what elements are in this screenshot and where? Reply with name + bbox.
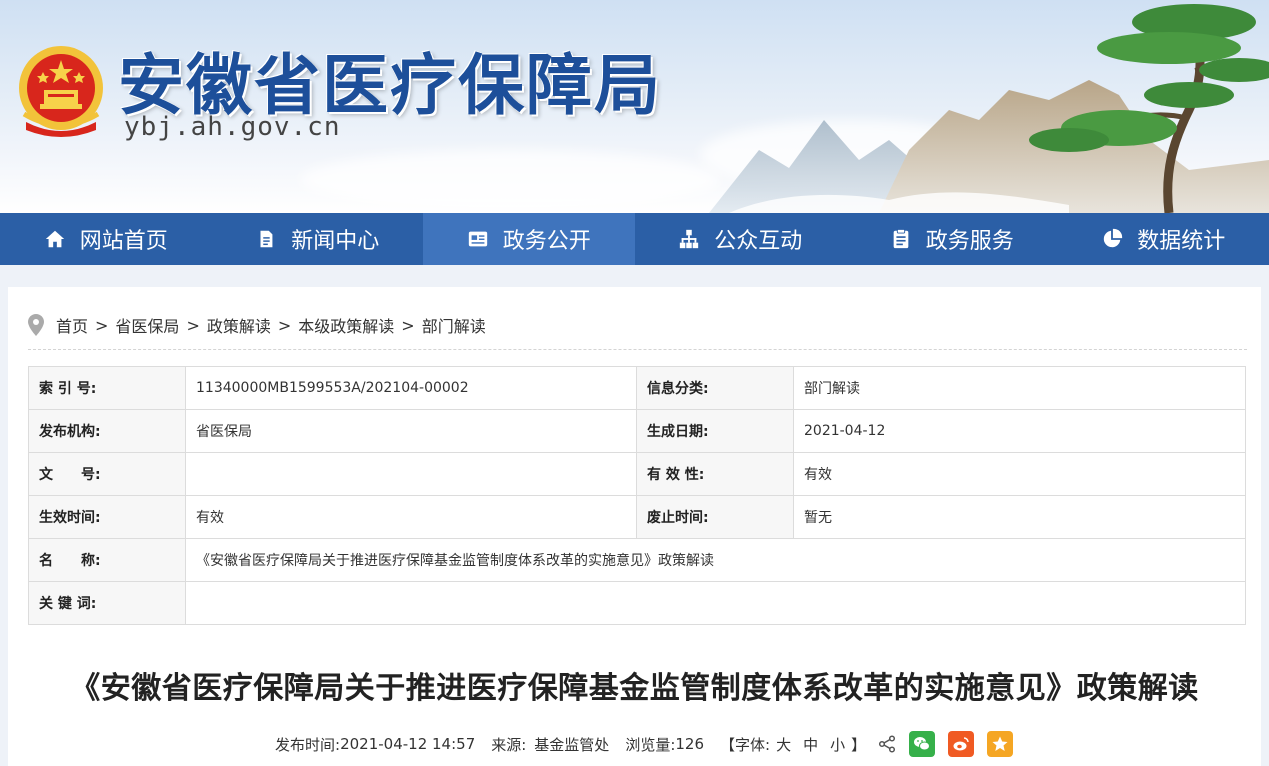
expire-time-label: 废止时间:	[636, 495, 794, 539]
breadcrumb-local-policy[interactable]: 本级政策解读	[298, 313, 394, 337]
publish-time: 2021-04-12 14:57	[340, 735, 476, 753]
divider	[28, 349, 1247, 350]
keywords-label: 关 键 词:	[28, 581, 186, 625]
nav-item-statistics[interactable]: 数据统计	[1058, 213, 1269, 265]
category-value: 部门解读	[793, 366, 1246, 410]
publish-time-label: 发布时间:	[275, 735, 341, 754]
nav-item-label: 网站首页	[79, 229, 168, 254]
nav-item-interaction[interactable]: 公众互动	[635, 213, 847, 265]
breadcrumb-policy-interpretation[interactable]: 政策解读	[207, 313, 271, 337]
doc-number-label: 文 号:	[28, 452, 186, 496]
validity-value: 有效	[793, 452, 1246, 496]
name-label: 名 称:	[28, 538, 186, 582]
font-large-button[interactable]: 大	[776, 734, 791, 755]
share-icon[interactable]	[878, 735, 896, 753]
location-pin-icon	[28, 314, 44, 336]
breadcrumb-separator: >	[95, 315, 109, 335]
metadata-table: 索 引 号: 11340000MB1599553A/202104-00002 信…	[28, 366, 1246, 625]
breadcrumb-separator: >	[186, 315, 200, 335]
category-label: 信息分类:	[636, 366, 794, 410]
expire-time-value: 暂无	[793, 495, 1246, 539]
site-url: ybj.ah.gov.cn	[124, 112, 341, 142]
created-date-label: 生成日期:	[636, 409, 794, 453]
index-label: 索 引 号:	[28, 366, 186, 410]
name-value: 《安徽省医疗保障局关于推进医疗保障基金监管制度体系改革的实施意见》政策解读	[185, 538, 1246, 582]
mountain-pine-scenery	[709, 4, 1269, 213]
nav-item-label: 新闻中心	[291, 229, 380, 254]
validity-label: 有 效 性:	[636, 452, 794, 496]
pie-chart-icon	[1104, 228, 1123, 248]
nav-item-label: 数据统计	[1137, 229, 1226, 254]
news-list-icon	[468, 231, 487, 247]
table-row: 生效时间: 有效 废止时间: 暂无	[28, 495, 1246, 539]
source-label: 来源:	[491, 735, 527, 754]
nav-item-gov-affairs[interactable]: 政务公开	[423, 213, 635, 265]
nav-item-news[interactable]: 新闻中心	[212, 213, 424, 265]
nav-item-label: 公众互动	[714, 229, 803, 254]
nav-item-home[interactable]: 网站首页	[0, 213, 212, 265]
nav-item-services[interactable]: 政务服务	[846, 213, 1058, 265]
effective-time-value: 有效	[185, 495, 637, 539]
table-row: 关 键 词:	[28, 581, 1246, 625]
index-value: 11340000MB1599553A/202104-00002	[185, 366, 637, 410]
table-row: 发布机构: 省医保局 生成日期: 2021-04-12	[28, 409, 1246, 453]
content-card: 首页 > 省医保局 > 政策解读 > 本级政策解读 > 部门解读 索 引 号: …	[8, 287, 1261, 766]
breadcrumb-home[interactable]: 首页	[56, 313, 88, 337]
nav-item-label: 政务服务	[925, 229, 1014, 254]
created-date-value: 2021-04-12	[793, 409, 1246, 453]
table-row: 索 引 号: 11340000MB1599553A/202104-00002 信…	[28, 366, 1246, 410]
favorite-button[interactable]	[987, 731, 1014, 757]
table-row: 文 号: 有 效 性: 有效	[28, 452, 1246, 496]
wechat-icon	[914, 737, 931, 751]
weibo-icon	[953, 737, 969, 751]
header-banner: 安徽省医疗保障局 ybj.ah.gov.cn	[0, 0, 1269, 213]
document-icon	[260, 230, 273, 248]
wechat-share-button[interactable]	[909, 731, 936, 757]
views-label: 浏览量:	[625, 735, 676, 754]
doc-number-value	[185, 452, 637, 496]
article-title: 《安徽省医疗保障局关于推进医疗保障基金监管制度体系改革的实施意见》政策解读	[70, 671, 1199, 706]
publisher-value: 省医保局	[185, 409, 637, 453]
font-size-close: 】	[851, 735, 867, 754]
national-emblem-icon	[19, 46, 103, 137]
breadcrumb-separator: >	[277, 315, 292, 335]
article-info-bar: 发布时间: 2021-04-12 14:57 来源: 基金监管处 浏览量: 12…	[275, 731, 1014, 757]
publisher-label: 发布机构:	[28, 409, 186, 453]
org-chart-icon	[680, 229, 699, 249]
source-value: 基金监管处	[534, 735, 610, 754]
breadcrumb-bureau[interactable]: 省医保局	[115, 313, 179, 337]
clipboard-icon	[893, 228, 909, 249]
nav-item-label: 政务公开	[502, 229, 591, 254]
keywords-value	[185, 581, 1246, 625]
main-nav: 网站首页 新闻中心 政务公开 公众互动 政务服务 数据统计	[0, 213, 1269, 265]
font-medium-button[interactable]: 中	[803, 734, 818, 755]
breadcrumb-separator: >	[401, 315, 415, 335]
table-row: 名 称: 《安徽省医疗保障局关于推进医疗保障基金监管制度体系改革的实施意见》政策…	[28, 538, 1246, 582]
weibo-share-button[interactable]	[948, 731, 975, 757]
font-size-label: 【字体:	[720, 735, 771, 754]
breadcrumb-department[interactable]: 部门解读	[422, 313, 486, 337]
effective-time-label: 生效时间:	[28, 495, 186, 539]
breadcrumb: 首页 > 省医保局 > 政策解读 > 本级政策解读 > 部门解读	[28, 313, 486, 337]
favorite-icon	[992, 736, 1008, 751]
views-count: 126	[675, 735, 705, 753]
font-small-button[interactable]: 小	[830, 734, 845, 755]
home-icon	[45, 230, 64, 248]
